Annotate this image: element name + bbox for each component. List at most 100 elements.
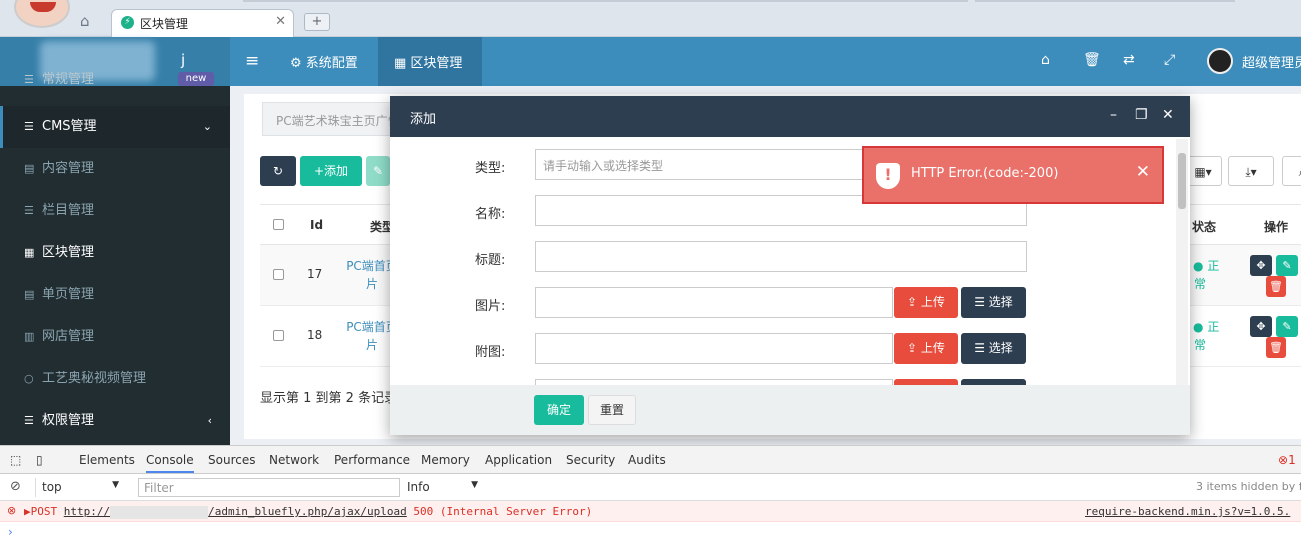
error-url-prefix[interactable]: http:// — [64, 505, 110, 518]
sidebar-item-auth[interactable]: ☰ 权限管理 ‹ — [0, 400, 230, 442]
image-upload-button[interactable]: ⇪ 上传 — [894, 287, 958, 318]
sidebar-item-cms[interactable]: ☰ CMS管理 ⌄ — [0, 106, 230, 148]
sidebar-item-label: 单页管理 — [42, 287, 95, 302]
confirm-button[interactable]: 确定 — [534, 395, 584, 425]
move-icon: ✥ — [1256, 320, 1266, 333]
browser-profile-avatar[interactable] — [14, 0, 70, 28]
fullscreen-icon[interactable]: ⤢ — [1164, 52, 1175, 68]
status-dot-icon: ● — [1193, 320, 1204, 334]
tab-console[interactable]: Console — [146, 453, 194, 473]
device-toggle-icon[interactable]: ▯ — [36, 453, 43, 467]
console-prompt-icon[interactable]: › — [8, 525, 13, 539]
sidebar-item-block[interactable]: ▦ 区块管理 — [0, 232, 230, 274]
browser-tab[interactable]: ⚡ 区块管理 ✕ — [111, 9, 294, 37]
export-button[interactable]: ⤓▾ — [1228, 156, 1274, 186]
upload-label: 上传 — [920, 341, 945, 355]
sidebar-item-shop[interactable]: ▥ 网店管理 — [0, 316, 230, 358]
home-icon[interactable]: ⌂ — [1041, 52, 1050, 68]
attach-select-button[interactable]: ☰ 选择 — [961, 333, 1026, 364]
expand-triangle-icon[interactable]: ▶ — [24, 505, 31, 518]
scrollbar-thumb[interactable] — [1178, 153, 1186, 209]
chevron-left-icon: ‹ — [207, 414, 212, 427]
maximize-icon[interactable]: ❐ — [1135, 107, 1148, 123]
select-all-checkbox[interactable] — [273, 219, 284, 230]
tab-security[interactable]: Security — [566, 453, 615, 467]
minimize-icon[interactable]: – — [1110, 107, 1117, 123]
col-status[interactable]: 状态 — [1192, 218, 1216, 235]
sidebar-item-channel[interactable]: ☰ 栏目管理 — [0, 190, 230, 232]
nav-block-management[interactable]: ▦ 区块管理 — [378, 37, 482, 86]
nav-label: 区块管理 — [410, 56, 463, 71]
clear-console-icon[interactable]: ⊘ — [10, 479, 21, 494]
devtools-panel: ⬚ ▯ Elements Console Sources Network Per… — [0, 445, 1301, 558]
modal-header[interactable]: 添加 – ❐ ✕ — [390, 96, 1190, 137]
menu-toggle-icon[interactable]: ≡ — [245, 51, 259, 71]
add-label: 添加 — [324, 164, 349, 178]
error-url-path[interactable]: /admin_bluefly.php/ajax/upload — [208, 505, 407, 518]
user-name[interactable]: 超级管理员 — [1242, 52, 1301, 71]
tab-performance[interactable]: Performance — [334, 453, 410, 467]
inspect-icon[interactable]: ⬚ — [10, 453, 21, 467]
tab-application[interactable]: Application — [485, 453, 552, 467]
search-bar-edge — [975, 0, 1235, 2]
plus-icon: + — [313, 164, 325, 178]
close-icon[interactable]: ✕ — [1136, 162, 1150, 182]
row-edit-button[interactable]: ✎ — [1276, 316, 1298, 337]
add-button[interactable]: +添加 — [300, 156, 362, 186]
sidebar-item-general[interactable]: ☰ 常规管理 new — [0, 72, 230, 96]
error-count-badge[interactable]: ⊗1 — [1278, 453, 1296, 467]
image-select-button[interactable]: ☰ 选择 — [961, 287, 1026, 318]
new-tab-button[interactable]: + — [304, 13, 330, 31]
tab-title: 区块管理 — [140, 17, 189, 31]
attach-upload-button[interactable]: ⇪ 上传 — [894, 333, 958, 364]
image-input[interactable] — [535, 287, 893, 318]
sidebar-item-content[interactable]: ▤ 内容管理 — [0, 148, 230, 190]
reset-button[interactable]: 重置 — [588, 395, 636, 425]
console-filter-input[interactable]: Filter — [138, 478, 400, 497]
tab-audits[interactable]: Audits — [628, 453, 666, 467]
search-button[interactable]: ⌕ — [1282, 156, 1301, 186]
drag-sort-button[interactable]: ✥ — [1250, 255, 1272, 276]
sidebar-item-page[interactable]: ▤ 单页管理 — [0, 274, 230, 316]
attach-label: 附图: — [475, 345, 506, 360]
refresh-button[interactable]: ↻ — [260, 156, 296, 186]
close-icon[interactable]: ✕ — [1162, 107, 1174, 123]
modal-scrollbar[interactable] — [1176, 139, 1188, 385]
sidebar-item-video[interactable]: ○ 工艺奥秘视频管理 — [0, 358, 230, 400]
export-icon: ⤓▾ — [1245, 165, 1257, 179]
edit-button[interactable]: ✎ — [366, 156, 390, 186]
dropdown-arrow-icon: ▼ — [112, 480, 119, 490]
row-edit-button[interactable]: ✎ — [1276, 255, 1298, 276]
user-avatar[interactable] — [1207, 48, 1233, 74]
tab-elements[interactable]: Elements — [79, 453, 135, 467]
error-status: 500 (Internal Server Error) — [413, 505, 593, 518]
error-source-link[interactable]: require-backend.min.js?v=1.0.5. — [1085, 505, 1290, 518]
trash-icon[interactable]: 🗑 — [1083, 52, 1101, 68]
tab-close-icon[interactable]: ✕ — [275, 14, 286, 29]
row-delete-button[interactable]: 🗑 — [1266, 276, 1286, 297]
list-icon: ☰ — [974, 295, 989, 309]
drag-sort-button[interactable]: ✥ — [1250, 316, 1272, 337]
log-level-select[interactable]: Info ▼ — [407, 478, 482, 497]
file-icon: ▤ — [24, 162, 35, 175]
sidebar-item-label: 内容管理 — [42, 161, 95, 176]
language-icon[interactable]: ⇄ — [1123, 52, 1135, 68]
nav-label: 系统配置 — [305, 56, 358, 71]
nav-system-config[interactable]: ⚙ 系统配置 — [275, 37, 378, 86]
error-text: ▶POST http:// /admin_bluefly.php/ajax/upl… — [24, 505, 592, 519]
trash-icon: 🗑 — [1269, 341, 1283, 354]
col-id[interactable]: Id — [310, 218, 323, 232]
home-icon[interactable]: ⌂ — [80, 12, 98, 30]
tab-network[interactable]: Network — [269, 453, 319, 467]
row-status-line1: 正 — [1207, 320, 1220, 334]
row-id: 18 — [307, 328, 323, 342]
row-delete-button[interactable]: 🗑 — [1266, 337, 1286, 358]
row-checkbox[interactable] — [273, 269, 284, 280]
tab-memory[interactable]: Memory — [421, 453, 470, 467]
context-select[interactable]: top ▼ — [35, 478, 125, 497]
title-input[interactable] — [535, 241, 1027, 272]
grid-icon: ▦ — [24, 246, 35, 259]
attach-input[interactable] — [535, 333, 893, 364]
row-checkbox[interactable] — [273, 330, 284, 341]
tab-sources[interactable]: Sources — [208, 453, 255, 467]
